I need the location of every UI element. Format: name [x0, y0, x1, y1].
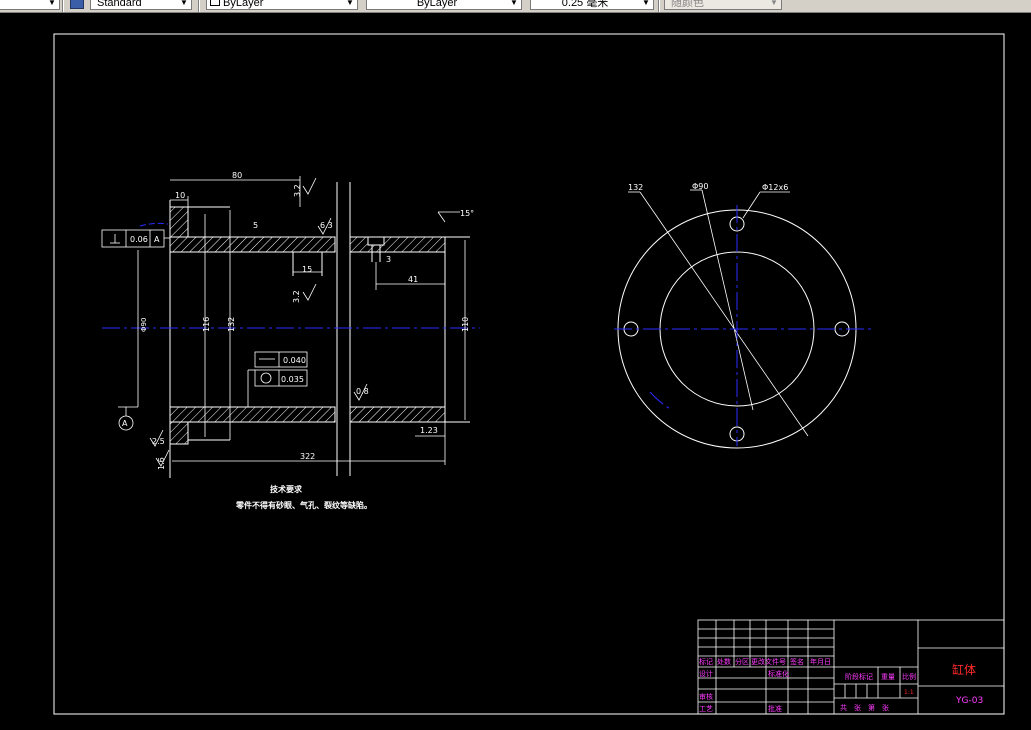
plot-style-select[interactable]: 随颜色 ▼ [664, 0, 782, 10]
datum-symbol [118, 406, 138, 431]
flange-holes-label: Φ12x6 [762, 183, 788, 192]
dim-110: 110 [461, 317, 470, 332]
dim-132: 132 [227, 317, 236, 332]
tb-h-zone: 分区 [735, 657, 749, 666]
text-style-value: Standard [97, 0, 142, 9]
dim-10: 10 [175, 191, 185, 200]
chevron-down-icon[interactable]: ▼ [768, 0, 780, 9]
dim-322: 322 [300, 452, 315, 461]
dim-3: 3 [386, 255, 391, 264]
sheet-border [53, 33, 1005, 715]
chevron-down-icon[interactable]: ▼ [508, 0, 520, 9]
top-wall-right [349, 236, 446, 253]
tb-drawing-no: YG-03 [955, 696, 983, 706]
bottom-wall-left [169, 406, 336, 423]
flange-centerlines [614, 205, 872, 446]
tb-sheets: 共 张 第 张 [840, 703, 889, 712]
dimension-text: 80 10 3.2 3.2 6.3 5 15° 15 3 41 116 132 … [140, 171, 474, 470]
bottom-flange [169, 421, 189, 445]
toolbar-separator [62, 0, 64, 12]
straightness-value: 0.040 [283, 356, 306, 365]
tb-h-scale: 比例 [902, 672, 916, 681]
linetype-value: ByLayer [416, 0, 458, 9]
chevron-down-icon[interactable]: ▼ [640, 0, 652, 9]
centerline-arc-mark [139, 222, 169, 227]
drawing-canvas[interactable]: 80 10 3.2 3.2 6.3 5 15° 15 3 41 116 132 … [0, 12, 1031, 730]
text-style-combo[interactable]: ▼ [0, 0, 60, 10]
tb-h-date: 年月日 [810, 657, 831, 666]
chevron-down-icon[interactable]: ▼ [344, 0, 356, 9]
dim-90-tol: Φ90 [140, 318, 148, 332]
flange-pcd-label: 132 [628, 183, 643, 192]
tb-h-approve: 批准 [768, 704, 782, 713]
title-block-text: 标记 处数 分区 更改文件号 签名 年月日 设计 标准化 审核 工艺 批准 阶段… [699, 657, 916, 713]
tb-h-doc: 更改文件号 [751, 657, 786, 666]
dim-116: 116 [202, 317, 211, 332]
lineweight-value: 0.25 毫米 [561, 0, 609, 9]
tb-h-sign: 签名 [790, 657, 804, 666]
flange-bore-label: Φ90 [692, 182, 708, 191]
toolbar-separator [658, 0, 660, 12]
color-value: ByLayer [223, 0, 264, 9]
dim-41: 41 [408, 275, 418, 284]
dim-123: 1.23 [420, 426, 438, 435]
chevron-down-icon[interactable]: ▼ [178, 0, 190, 9]
dim-80: 80 [232, 171, 242, 180]
tb-h-std: 标准化 [768, 669, 789, 678]
ra-63: 6.3 [320, 221, 333, 230]
ra-25: 2.5 [152, 437, 165, 446]
roundness-value: 0.035 [281, 375, 304, 384]
lineweight-select[interactable]: 0.25 毫米 ▼ [530, 0, 654, 10]
tb-part-name: 缸体 [952, 662, 976, 677]
perp-datum: A [154, 235, 160, 244]
top-flange [169, 206, 189, 238]
notes-line1: 零件不得有砂眼、气孔、裂纹等缺陷。 [235, 500, 372, 510]
tb-h-design: 设计 [699, 669, 713, 678]
text-style-select[interactable]: Standard ▼ [90, 0, 192, 10]
dim-chamfer: 15° [460, 209, 474, 218]
tb-h-count: 处数 [717, 657, 731, 666]
color-swatch-icon [210, 0, 220, 6]
ra-16: 1.6 [157, 457, 166, 470]
color-select[interactable]: ByLayer ▼ [206, 0, 358, 10]
plot-style-value: 随颜色 [671, 0, 704, 9]
tb-h-stage: 阶段标记 [845, 672, 873, 681]
ra-32-mid: 3.2 [292, 290, 301, 303]
tb-h-mark: 标记 [699, 657, 713, 666]
tb-h-process: 工艺 [699, 705, 713, 713]
ra-32-top: 3.2 [293, 184, 302, 197]
dim-5: 5 [253, 221, 258, 230]
perp-value: 0.06 [130, 235, 148, 244]
ra-08: 0.8 [356, 387, 369, 396]
linetype-select[interactable]: ByLayer ▼ [366, 0, 522, 10]
bottom-wall-right [349, 406, 446, 423]
datum-label: A [122, 419, 128, 428]
tb-h-review: 审核 [699, 692, 713, 701]
tb-scale-value: 1:1 [904, 689, 914, 696]
chevron-down-icon[interactable]: ▼ [46, 0, 58, 9]
text-style-icon[interactable] [70, 0, 84, 9]
tb-h-weight: 重量 [881, 673, 895, 681]
top-wall-left [169, 236, 336, 253]
dim-15: 15 [302, 265, 312, 274]
notes-title: 技术要求 [270, 484, 303, 494]
toolbar-separator [198, 0, 200, 12]
